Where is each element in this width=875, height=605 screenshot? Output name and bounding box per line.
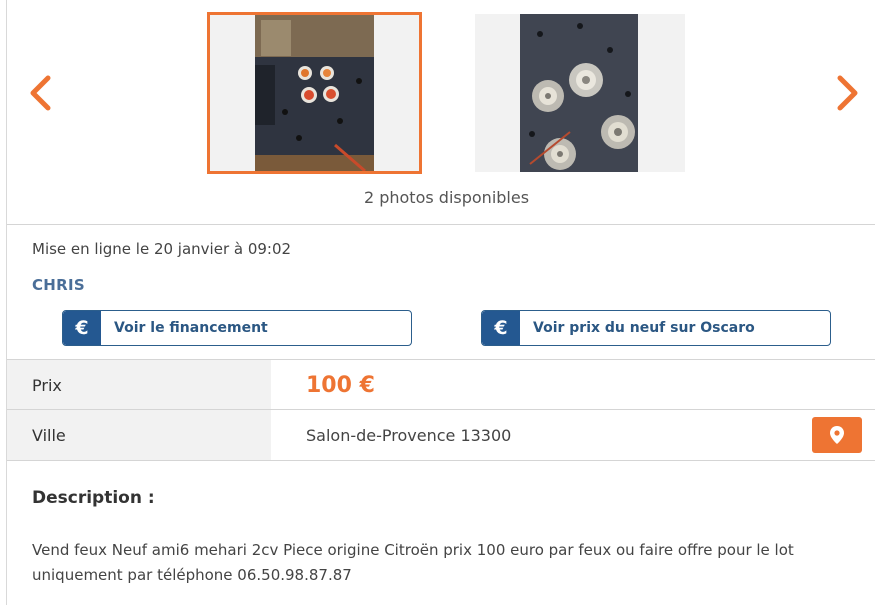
euro-icon: €: [482, 311, 520, 345]
photo-thumbnail-1[interactable]: [207, 12, 422, 174]
city-value: Salon-de-Provence 13300: [306, 425, 512, 445]
photo-thumbnail-2[interactable]: [475, 14, 685, 172]
oscaro-button-label: Voir prix du neuf sur Oscaro: [533, 320, 755, 336]
price-row: Prix 100 €: [7, 360, 875, 410]
map-button[interactable]: [812, 417, 862, 453]
description-title: Description :: [32, 488, 155, 508]
euro-icon: €: [63, 311, 101, 345]
financing-button[interactable]: € Voir le financement: [62, 310, 412, 346]
financing-button-label: Voir le financement: [114, 320, 268, 336]
divider: [7, 224, 875, 225]
seller-name[interactable]: CHRIS: [32, 276, 85, 294]
photos-count: 2 photos disponibles: [363, 188, 530, 207]
divider: [7, 460, 875, 461]
listing-panel: [6, 0, 875, 605]
oscaro-price-button[interactable]: € Voir prix du neuf sur Oscaro: [481, 310, 831, 346]
chevron-left-icon: [30, 75, 51, 111]
map-pin-icon: [830, 426, 844, 444]
price-label: Prix: [7, 360, 271, 410]
posted-date: Mise en ligne le 20 janvier à 09:02: [32, 240, 292, 258]
city-label: Ville: [7, 410, 271, 460]
description-text: Vend feux Neuf ami6 mehari 2cv Piece ori…: [32, 541, 794, 584]
previous-photo-button[interactable]: [20, 68, 60, 118]
city-row: Ville Salon-de-Provence 13300: [7, 410, 875, 460]
next-photo-button[interactable]: [828, 68, 868, 118]
tail-lights-photo: [255, 15, 374, 171]
price-value: 100 €: [306, 372, 375, 398]
chevron-right-icon: [837, 75, 858, 111]
lamp-parts-photo: [520, 14, 638, 172]
